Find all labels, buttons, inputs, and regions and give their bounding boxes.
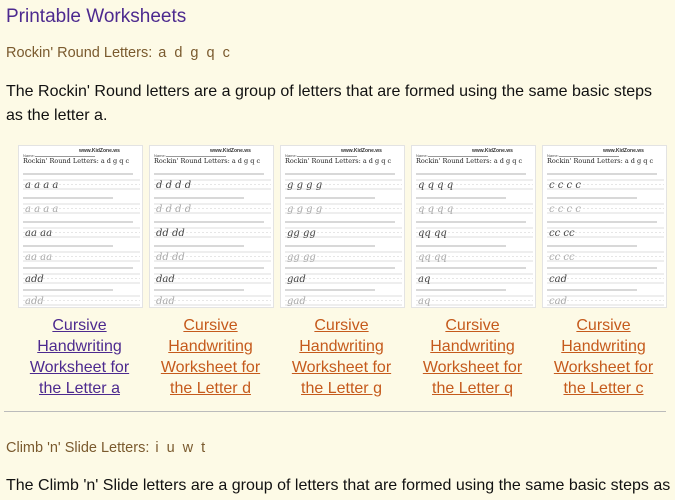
section-heading-label: Climb 'n' Slide Letters: [6,440,150,456]
cursive-sample: gad [287,296,306,306]
cursive-sample: gad [287,274,306,285]
section-heading-climb-n-slide: Climb 'n' Slide Letters: i u w t [6,440,207,456]
worksheet-thumbnails: www.KidZone.ws Name: Rockin' Round Letters… [18,145,667,308]
cursive-sample: q q q q [418,204,453,215]
kidzone-logo: www.KidZone.ws [603,148,644,154]
worksheet-thumbnail-d[interactable]: www.KidZone.ws Name: Rockin' Round Letters… [149,145,274,308]
worksheet-practice-rows: g g g g g g g g gg gg gg gg gad gad [285,168,402,306]
practice-lines-graphic: q q q q q q q q qq qq qq qq aq aq [416,173,533,306]
worksheet-links: Cursive Handwriting Worksheet for the Le… [17,315,666,399]
practice-lines-graphic: g g g g g g g g gg gg gg gg gad gad [285,173,402,306]
worksheet-practice-rows: a a a a a a a a aa aa aa aa add add [23,168,140,306]
worksheet-heading: Rockin' Round Letters: a d g q c [285,157,392,165]
worksheet-practice-rows: q q q q q q q q qq qq qq qq aq aq [416,168,533,306]
cursive-sample: qq qq [418,228,447,239]
cursive-sample: a a a a [25,204,58,215]
cursive-sample: qq qq [418,252,447,263]
cursive-sample: gg gg [287,252,316,263]
kidzone-logo: www.KidZone.ws [341,148,382,154]
cursive-sample: aq [418,274,430,285]
cursive-sample: aa aa [25,252,52,263]
cursive-sample: dd dd [156,252,185,263]
kidzone-logo: www.KidZone.ws [472,148,513,154]
section-heading-letters: a d g q c [158,45,232,61]
cursive-sample: gg gg [287,228,316,239]
cursive-sample: g g g g [287,180,322,191]
kidzone-logo: www.KidZone.ws [79,148,120,154]
worksheet-thumbnail-c[interactable]: www.KidZone.ws Name: Rockin' Round Letters… [542,145,667,308]
worksheet-link-letter-c[interactable]: Cursive Handwriting Worksheet for the Le… [541,315,666,399]
practice-lines-graphic: c c c c c c c c cc cc cc cc cad cad [547,173,664,306]
cursive-sample: a a a a [25,180,58,191]
cursive-sample: dad [156,274,175,285]
section-heading-letters: i u w t [155,440,208,456]
section-heading-rockin-round: Rockin' Round Letters: a d g q c [6,45,232,61]
worksheet-practice-rows: d d d d d d d d dd dd dd dd dad dad [154,168,271,306]
cursive-sample: c c c c [549,204,581,215]
worksheet-thumbnail-a[interactable]: www.KidZone.ws Name: Rockin' Round Letters… [18,145,143,308]
cursive-sample: cad [549,274,567,285]
section-heading-label: Rockin' Round Letters: [6,45,153,61]
cursive-sample: d d d d [156,180,191,191]
cursive-sample: dd dd [156,228,185,239]
worksheet-heading: Rockin' Round Letters: a d g q c [23,157,130,165]
cursive-sample: g g g g [287,204,322,215]
worksheet-link-letter-a[interactable]: Cursive Handwriting Worksheet for the Le… [17,315,142,399]
cursive-sample: d d d d [156,204,191,215]
cursive-sample: q q q q [418,180,453,191]
worksheet-link-letter-q[interactable]: Cursive Handwriting Worksheet for the Le… [410,315,535,399]
cursive-sample: add [25,296,44,306]
practice-lines-graphic: a a a a a a a a aa aa aa aa add add [23,173,140,306]
practice-lines-graphic: d d d d d d d d dd dd dd dd dad dad [154,173,271,306]
cursive-sample: cc cc [549,252,575,263]
cursive-sample: add [25,274,44,285]
worksheet-heading: Rockin' Round Letters: a d g q c [416,157,523,165]
worksheet-thumbnail-q[interactable]: www.KidZone.ws Name: Rockin' Round Letters… [411,145,536,308]
section-divider [4,411,666,412]
cursive-sample: cc cc [549,228,575,239]
section-description: The Climb 'n' Slide letters are a group … [6,477,671,494]
cursive-sample: dad [156,296,175,306]
cursive-sample: aq [418,296,430,306]
worksheet-heading: Rockin' Round Letters: a d g q c [154,157,261,165]
section-description: The Rockin' Round letters are a group of… [6,83,653,124]
page: Printable Worksheets Rockin' Round Lette… [0,0,675,500]
cursive-sample: cad [549,296,567,306]
worksheet-link-letter-g[interactable]: Cursive Handwriting Worksheet for the Le… [279,315,404,399]
worksheet-heading: Rockin' Round Letters: a d g q c [547,157,654,165]
worksheet-link-letter-d[interactable]: Cursive Handwriting Worksheet for the Le… [148,315,273,399]
page-title: Printable Worksheets [6,6,187,27]
worksheet-thumbnail-g[interactable]: www.KidZone.ws Name: Rockin' Round Letters… [280,145,405,308]
cursive-sample: aa aa [25,228,52,239]
worksheet-practice-rows: c c c c c c c c cc cc cc cc cad cad [547,168,664,306]
kidzone-logo: www.KidZone.ws [210,148,251,154]
cursive-sample: c c c c [549,180,581,191]
